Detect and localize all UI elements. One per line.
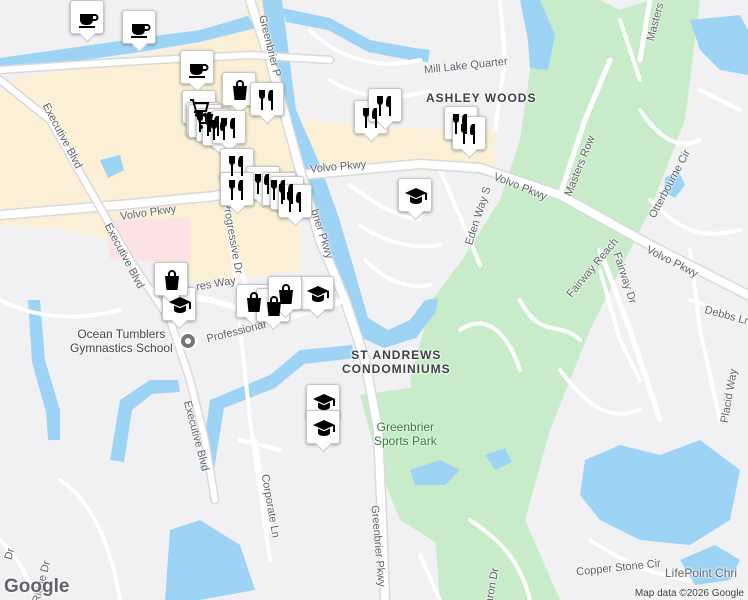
shopping-marker[interactable] [154,262,188,296]
google-logo: Google [4,576,70,597]
fork-knife-icon [229,180,243,200]
fork-knife-icon [229,156,243,176]
graduation-cap-icon [313,420,335,436]
area-label-st-andrews: ST ANDREWS CONDOMINIUMS [342,348,451,376]
restaurant-marker[interactable] [368,88,402,122]
restaurant-marker[interactable] [452,116,486,150]
cafe-marker[interactable] [180,50,214,84]
school-marker[interactable] [306,410,340,444]
fork-knife-icon [259,90,273,110]
area-label-st-andrews-line1: ST ANDREWS [351,348,442,362]
gymnastics-school-poi-icon[interactable] [179,332,197,350]
map-attribution[interactable]: Map data ©2026 Google [630,587,748,600]
fork-knife-icon [221,118,235,138]
restaurant-marker[interactable] [278,184,312,218]
fork-knife-icon [377,96,391,116]
water-lake-southeast [580,440,740,545]
restaurant-marker[interactable] [212,110,246,144]
poi-label-line1: Ocean Tumblers [77,327,166,341]
graduation-cap-icon [307,286,329,302]
graduation-cap-icon [405,188,427,204]
school-marker[interactable] [162,287,196,321]
restaurant-marker[interactable] [250,82,284,116]
graduation-cap-icon [169,297,191,313]
water-canal-west-south [28,300,60,440]
restaurant-marker[interactable] [220,148,254,182]
water-canal-southwest [110,380,180,462]
school-marker[interactable] [300,276,334,310]
poi-label-line2: Gymnastics School [70,341,173,355]
coffee-cup-icon [189,64,209,78]
restaurant-marker[interactable] [220,172,254,206]
school-marker[interactable] [398,178,432,212]
water-pond-south [165,520,255,600]
area-label-st-andrews-line2: CONDOMINIUMS [342,362,451,376]
fork-knife-icon [287,192,301,212]
cafe-marker[interactable] [70,0,104,34]
shopping-marker[interactable] [222,72,256,106]
shopping-bag-icon [165,270,179,290]
park-label-greenbrier-sports-park[interactable]: Greenbrier Sports Park [374,420,437,448]
graduation-cap-icon [313,394,335,410]
shopping-bag-icon [279,284,293,304]
park-label-line1: Greenbrier [376,420,435,434]
poi-label-lifepoint[interactable]: LifePoint Chri [665,566,737,580]
fork-knife-icon [461,124,475,144]
area-label-ashley-woods: ASHLEY WOODS [426,91,537,105]
poi-label-ocean-tumblers[interactable]: Ocean Tumblers Gymnastics School [70,327,173,355]
map-canvas[interactable]: Volvo Pkwy Volvo Pkwy Volvo Pkwy Volvo P… [0,0,748,600]
shopping-bag-icon [233,80,247,100]
park-label-line2: Sports Park [374,434,437,448]
coffee-cup-icon [79,14,99,28]
coffee-cup-icon [131,24,151,38]
school-marker[interactable] [306,384,340,418]
cafe-marker[interactable] [122,10,156,44]
water-lake-east [690,15,748,75]
shopping-marker[interactable] [268,276,302,310]
